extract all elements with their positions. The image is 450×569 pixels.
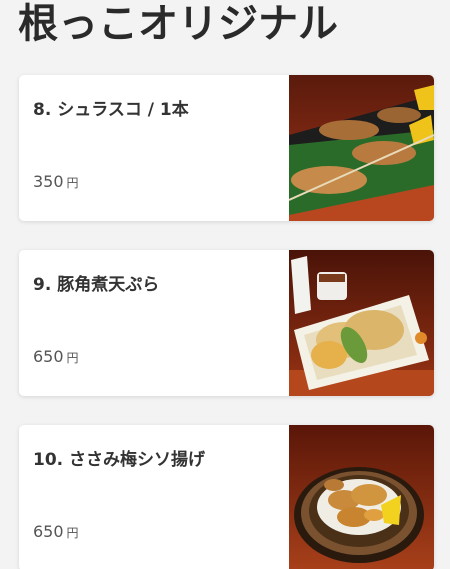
- menu-item-price: 650 円: [33, 347, 79, 366]
- fried-chicken-basket-photo: [289, 425, 434, 569]
- menu-item-price: 650 円: [33, 522, 79, 541]
- menu-item-price: 350 円: [33, 172, 79, 191]
- menu-page: 根っこオリジナル 8. シュラスコ / 1本 350 円 9. 豚角煮天ぷら 6…: [0, 0, 450, 569]
- price-value: 350: [33, 172, 64, 191]
- menu-item-card[interactable]: 9. 豚角煮天ぷら 650 円: [19, 250, 434, 396]
- section-title: 根っこオリジナル: [18, 1, 338, 47]
- menu-item-card[interactable]: 10. ささみ梅シソ揚げ 650 円: [19, 425, 434, 569]
- price-value: 650: [33, 347, 64, 366]
- price-currency: 円: [66, 526, 79, 540]
- menu-item-name: 8. シュラスコ / 1本: [33, 100, 189, 120]
- menu-item-card[interactable]: 8. シュラスコ / 1本 350 円: [19, 75, 434, 221]
- menu-item-name: 9. 豚角煮天ぷら: [33, 275, 160, 295]
- price-value: 650: [33, 522, 64, 541]
- menu-item-name: 10. ささみ梅シソ揚げ: [33, 450, 206, 470]
- tempura-photo: [289, 250, 434, 396]
- skewer-photo: [289, 75, 434, 221]
- price-currency: 円: [66, 176, 79, 190]
- price-currency: 円: [66, 351, 79, 365]
